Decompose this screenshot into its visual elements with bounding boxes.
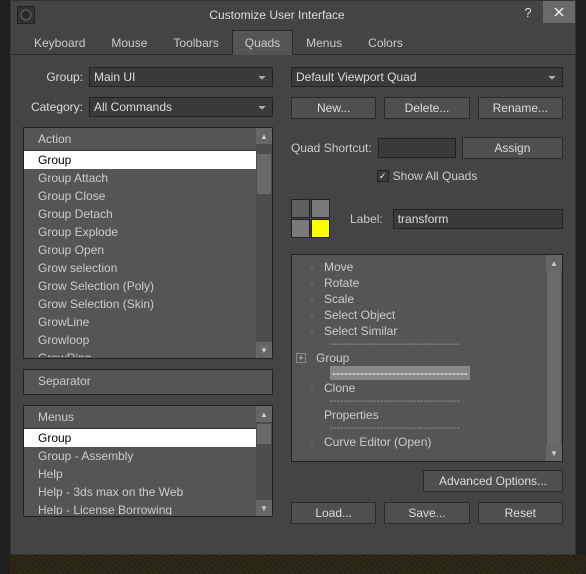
tab-menus[interactable]: Menus bbox=[293, 30, 355, 54]
scrollbar[interactable]: ▲▼ bbox=[256, 128, 272, 358]
menus-header: Menus bbox=[24, 406, 272, 429]
group-label: Group: bbox=[23, 70, 83, 84]
tab-toolbars[interactable]: Toolbars bbox=[160, 30, 231, 54]
list-item[interactable]: Group Attach bbox=[24, 169, 272, 187]
swatch[interactable] bbox=[291, 199, 310, 218]
list-item[interactable]: Grow Selection (Skin) bbox=[24, 295, 272, 313]
separator-box[interactable]: Separator bbox=[23, 369, 273, 395]
list-item[interactable]: GrowRing bbox=[24, 349, 272, 357]
list-item[interactable]: Grow selection bbox=[24, 259, 272, 277]
category-label: Category: bbox=[23, 100, 83, 114]
help-button[interactable]: ? bbox=[514, 1, 542, 23]
tree-item[interactable]: ·Properties bbox=[292, 407, 562, 423]
tree-item[interactable]: ·Select Object bbox=[292, 307, 562, 323]
shortcut-input[interactable] bbox=[378, 138, 456, 158]
tab-keyboard[interactable]: Keyboard bbox=[21, 30, 98, 54]
actions-list[interactable]: Action Group Group Attach Group Close Gr… bbox=[23, 127, 273, 359]
close-button[interactable] bbox=[543, 1, 575, 23]
tree-item[interactable]: ·Curve Editor (Open) bbox=[292, 434, 562, 450]
assign-button[interactable]: Assign bbox=[462, 137, 563, 159]
list-item[interactable]: Group Explode bbox=[24, 223, 272, 241]
list-item[interactable]: Group bbox=[24, 429, 272, 447]
list-item[interactable]: Group Open bbox=[24, 241, 272, 259]
tree-item[interactable]: ·Rotate bbox=[292, 275, 562, 291]
list-item[interactable]: Group - Assembly bbox=[24, 447, 272, 465]
tab-colors[interactable]: Colors bbox=[355, 30, 416, 54]
rename-button[interactable]: Rename... bbox=[478, 97, 563, 119]
expand-icon[interactable]: + bbox=[296, 353, 306, 363]
quad-tree[interactable]: ·Move ·Rotate ·Scale ·Select Object ·Sel… bbox=[291, 254, 563, 462]
tree-item[interactable]: ·Clone bbox=[292, 380, 562, 396]
scrollbar[interactable]: ▲▼ bbox=[546, 255, 562, 461]
shortcut-label: Quad Shortcut: bbox=[291, 141, 372, 155]
tree-item[interactable]: ·Scale bbox=[292, 291, 562, 307]
list-item[interactable]: Help - 3ds max on the Web bbox=[24, 483, 272, 501]
list-item[interactable]: Growloop bbox=[24, 331, 272, 349]
window-title: Customize User Interface bbox=[41, 8, 513, 22]
list-item[interactable]: Help bbox=[24, 465, 272, 483]
advanced-button[interactable]: Advanced Options... bbox=[423, 470, 563, 492]
list-item[interactable]: Help - License Borrowing bbox=[24, 501, 272, 515]
label-input[interactable] bbox=[393, 209, 563, 229]
swatch[interactable] bbox=[291, 219, 310, 238]
app-icon bbox=[17, 6, 35, 24]
load-button[interactable]: Load... bbox=[291, 502, 376, 524]
tree-item[interactable]: ·Move bbox=[292, 259, 562, 275]
swatch[interactable] bbox=[311, 199, 330, 218]
show-all-checkbox[interactable]: ✓ Show All Quads bbox=[377, 169, 478, 183]
list-item[interactable]: GrowLine bbox=[24, 313, 272, 331]
tab-mouse[interactable]: Mouse bbox=[98, 30, 160, 54]
actions-header: Action bbox=[24, 128, 272, 151]
tree-separator[interactable]: ---------------------------------- bbox=[292, 366, 562, 380]
save-button[interactable]: Save... bbox=[384, 502, 469, 524]
delete-button[interactable]: Delete... bbox=[384, 97, 469, 119]
tree-item-group[interactable]: +Group bbox=[292, 350, 562, 366]
list-item[interactable]: Grow Selection (Poly) bbox=[24, 277, 272, 295]
scrollbar[interactable]: ▲▼ bbox=[256, 406, 272, 516]
reset-button[interactable]: Reset bbox=[478, 502, 563, 524]
tree-separator: --------------------------------------- bbox=[292, 423, 562, 434]
background-viewport bbox=[10, 555, 586, 574]
quad-swatches[interactable] bbox=[291, 199, 330, 238]
label-label: Label: bbox=[350, 212, 383, 226]
tab-bar: Keyboard Mouse Toolbars Quads Menus Colo… bbox=[11, 29, 575, 55]
quad-select[interactable]: Default Viewport Quad bbox=[291, 67, 563, 87]
list-item[interactable]: Group Detach bbox=[24, 205, 272, 223]
swatch[interactable] bbox=[311, 219, 330, 238]
checkbox-icon: ✓ bbox=[377, 170, 389, 182]
list-item[interactable]: Group bbox=[24, 151, 272, 169]
tab-quads[interactable]: Quads bbox=[232, 30, 293, 55]
tree-separator: --------------------------------------- bbox=[292, 339, 562, 350]
new-button[interactable]: New... bbox=[291, 97, 376, 119]
menus-list[interactable]: Menus Group Group - Assembly Help Help -… bbox=[23, 405, 273, 517]
group-select[interactable]: Main UI bbox=[89, 67, 273, 87]
category-select[interactable]: All Commands bbox=[89, 97, 273, 117]
separator-header: Separator bbox=[24, 370, 272, 392]
tree-separator: --------------------------------------- bbox=[292, 396, 562, 407]
tree-item[interactable]: ·Select Similar bbox=[292, 323, 562, 339]
list-item[interactable]: Group Close bbox=[24, 187, 272, 205]
